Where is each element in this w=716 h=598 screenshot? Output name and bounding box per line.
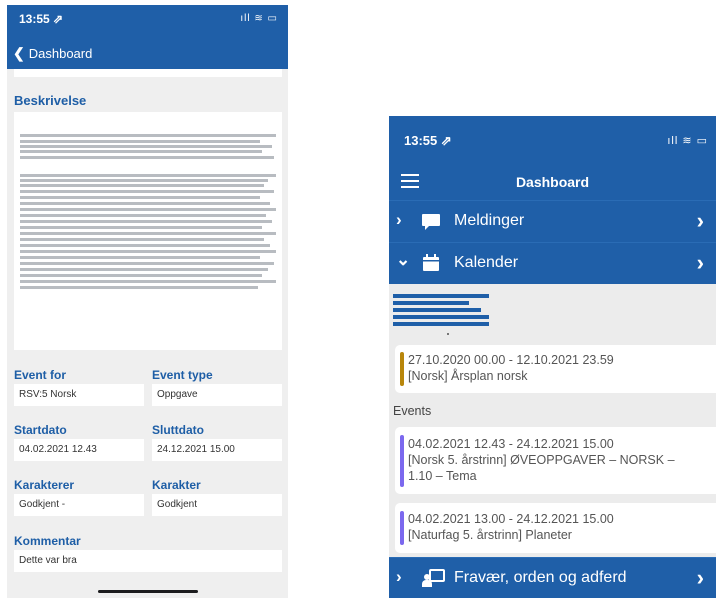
text-line [20,250,276,253]
section-messages-label: Meldinger [454,212,525,229]
chevron-down-icon: ⌄ [396,250,411,269]
text-line [20,238,264,241]
person-board-icon [422,569,445,587]
chevron-right-icon: › [696,208,704,233]
text-line [20,150,262,153]
grade-label: Karakter [152,478,201,492]
text-line [20,156,274,159]
chat-bubble-icon [422,214,440,230]
text-line [20,196,260,199]
description-box [14,112,282,350]
placeholder-bar [393,308,481,312]
section-calendar-label: Kalender [454,254,519,271]
end-date-field: 24.12.2021 15.00 [152,439,282,461]
text-line [20,226,262,229]
event-card[interactable]: 04.02.2021 13.00 - 24.12.2021 15.00 [Nat… [395,503,716,553]
header-spacer [14,69,282,77]
schedule-date-range: 27.10.2020 00.00 - 12.10.2021 23.59 [408,353,614,367]
text-line [20,140,260,143]
chevron-right-icon: › [696,565,704,590]
section-absence[interactable]: › Fravær, orden og adferd › [389,557,716,598]
placeholder-bar [393,294,489,298]
status-icons: ıll ≋ ▭ [667,135,708,147]
placeholder-bar [393,322,489,326]
text-line [20,256,260,259]
dashboard-screen: 13:55 ⇗ ıll ≋ ▭ Dashboard › Meldinger › … [389,116,716,598]
text-line [20,268,268,271]
section-messages[interactable]: › Meldinger › [389,200,716,242]
event-title-line: 1.10 – Tema [408,469,477,483]
status-time: 13:55 ⇗ [404,133,452,148]
event-type-label: Event type [152,368,213,382]
text-line [20,232,276,235]
event-title-line: [Naturfag 5. årstrinn] Planeter [408,528,572,542]
grade-field: Godkjent [152,494,282,516]
text-line [20,274,262,277]
events-heading: Events [393,404,432,418]
event-date-range: 04.02.2021 13.00 - 24.12.2021 15.00 [408,512,614,526]
chevron-right-icon: › [696,250,704,275]
placeholder-bar [393,301,469,305]
home-indicator[interactable] [98,590,198,593]
text-line [20,286,258,289]
screenshot-stage: 13:55 ⇗ ıll ≋ ▭ ❮ Dashboard Beskrivelse [0,0,716,598]
calendar-icon [423,254,439,271]
text-line [20,190,274,193]
text-line [20,280,276,283]
grades-field: Godkjent - [14,494,144,516]
text-line [20,220,272,223]
event-for-label: Event for [14,368,67,382]
chevron-right-icon: › [396,567,402,586]
section-absence-label: Fravær, orden og adferd [454,569,627,586]
comment-field: Dette var bra [14,550,282,572]
chevron-right-icon: › [396,210,402,229]
event-for-field: RSV:5 Norsk [14,384,144,406]
placeholder-dot [447,333,449,335]
status-icons: ıll ≋ ▭ [240,13,278,24]
schedule-card[interactable]: 27.10.2020 00.00 - 12.10.2021 23.59 [Nor… [395,345,716,393]
start-date-label: Startdato [14,423,67,437]
page-title: Dashboard [515,174,590,190]
event-stripe [400,435,404,487]
text-line [20,244,270,247]
text-line [20,214,266,217]
text-line [20,179,268,182]
text-line [20,145,272,148]
text-line [20,184,264,187]
event-stripe [400,511,404,545]
back-button[interactable]: ❮ Dashboard [13,45,92,62]
schedule-stripe [400,352,404,386]
schedule-title: [Norsk] Årsplan norsk [408,369,528,383]
grades-label: Karakterer [14,478,75,492]
text-line [20,134,276,137]
text-line [20,262,274,265]
event-detail-screen: 13:55 ⇗ ıll ≋ ▭ ❮ Dashboard Beskrivelse [7,5,288,598]
description-heading: Beskrivelse [14,93,87,108]
event-type-field: Oppgave [152,384,282,406]
event-date-range: 04.02.2021 12.43 - 24.12.2021 15.00 [408,437,614,451]
status-time: 13:55 ⇗ [19,12,64,26]
comment-label: Kommentar [14,534,81,548]
nav-bar: ❮ Dashboard [7,37,288,69]
event-card[interactable]: 04.02.2021 12.43 - 24.12.2021 15.00 [Nor… [395,427,716,494]
event-title-line: [Norsk 5. årstrinn] ØVEOPPGAVER – NORSK … [408,453,675,467]
end-date-label: Sluttdato [152,423,204,437]
placeholder-bar [393,315,489,319]
text-line [20,208,276,211]
chevron-left-icon: ❮ [13,45,25,61]
back-label: Dashboard [28,46,93,61]
start-date-field: 04.02.2021 12.43 [14,439,144,461]
section-calendar[interactable]: ⌄ Kalender › [389,242,716,284]
status-bar: 13:55 ⇗ ıll ≋ ▭ [7,5,288,37]
text-line [20,174,276,177]
status-bar: 13:55 ⇗ ıll ≋ ▭ [389,116,716,162]
text-line [20,202,270,205]
